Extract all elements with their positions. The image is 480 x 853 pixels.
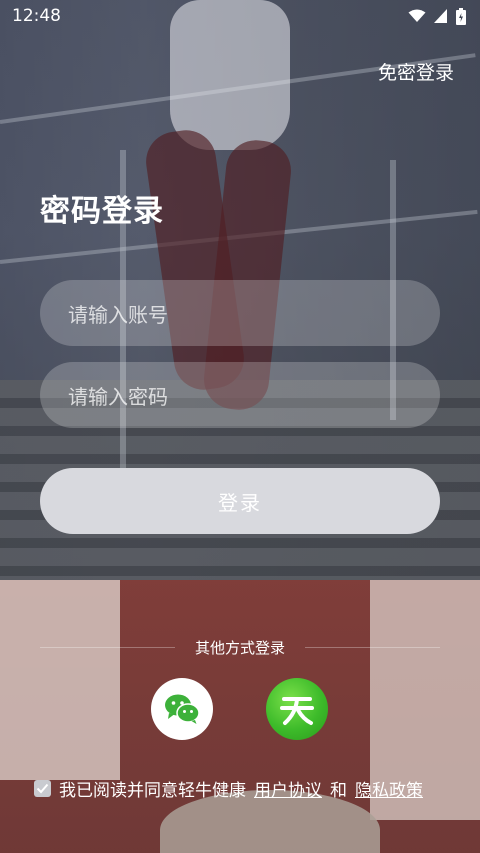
- status-icons: [408, 7, 466, 25]
- wifi-icon: [408, 9, 426, 22]
- signal-icon: [434, 9, 447, 23]
- login-button[interactable]: 登录: [40, 468, 440, 534]
- tianyi-icon: [280, 697, 314, 725]
- tianyi-login-button[interactable]: [266, 678, 328, 740]
- wechat-login-button[interactable]: [151, 678, 213, 740]
- battery-icon: [456, 7, 466, 25]
- status-time: 12:48: [12, 6, 61, 26]
- agreement-connector: 和: [330, 780, 347, 801]
- agreement-checkbox[interactable]: [34, 779, 51, 797]
- account-input[interactable]: 请输入账号: [40, 280, 440, 346]
- background-shirt: [0, 580, 120, 780]
- wechat-icon: [165, 694, 200, 724]
- divider-line: [305, 646, 441, 648]
- password-input[interactable]: 请输入密码: [40, 362, 440, 428]
- status-bar: 12:48: [0, 0, 480, 32]
- page-title: 密码登录: [40, 194, 164, 229]
- check-icon: [36, 783, 49, 793]
- privacy-policy-link[interactable]: 隐私政策: [355, 776, 423, 801]
- agreement-text: 我已阅读并同意轻牛健康: [59, 780, 246, 801]
- passwordless-login-link[interactable]: 免密登录: [378, 58, 454, 85]
- user-agreement-link[interactable]: 用户协议: [254, 776, 322, 801]
- other-login-label: 其他方式登录: [195, 638, 286, 657]
- divider-line: [40, 646, 175, 648]
- other-login-divider: 其他方式登录: [40, 636, 441, 658]
- agreement-row: 我已阅读并同意轻牛健康 用户协议 和 隐私政策: [34, 776, 423, 801]
